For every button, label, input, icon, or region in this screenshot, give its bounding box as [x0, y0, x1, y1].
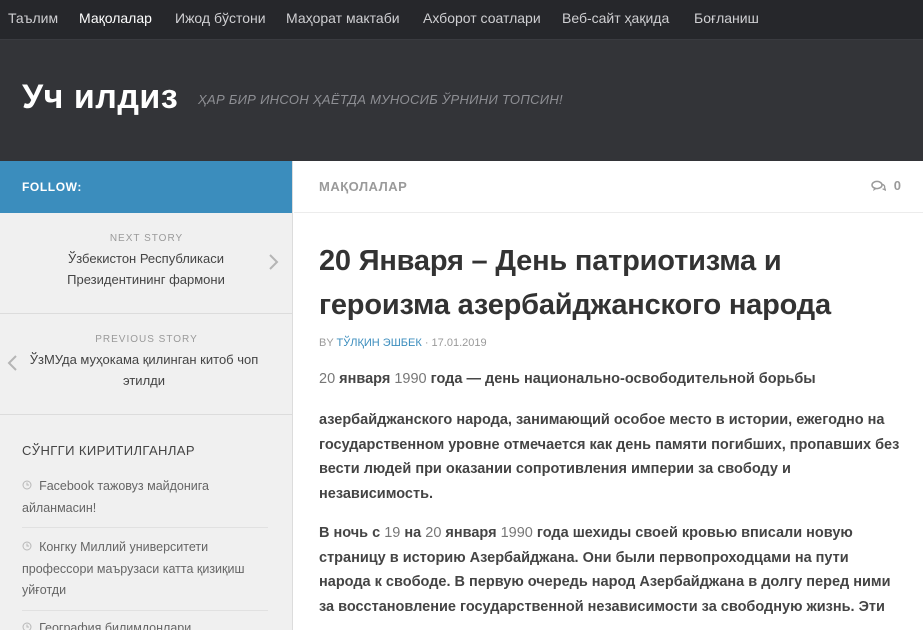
next-story-kicker: NEXT STORY	[109, 233, 184, 244]
follow-bar: FOLLOW:	[0, 161, 292, 213]
category-label[interactable]: МАҚОЛАЛАР	[319, 179, 407, 194]
clock-icon	[22, 480, 35, 493]
recent-item-title[interactable]: География билимдонлари	[39, 621, 191, 630]
follow-label: FOLLOW:	[22, 180, 82, 194]
recent-posts-title: СЎНГГИ КИРИТИЛГАНЛАР	[22, 443, 195, 458]
previous-story-kicker: PREVIOUS STORY	[95, 334, 198, 345]
nav-item-mahorat-maktabi[interactable]: Маҳорат мактаби	[286, 0, 400, 38]
comments-icon	[871, 178, 894, 193]
paragraph-number: 19	[384, 525, 401, 541]
comment-count: 0	[893, 178, 901, 193]
byline-separator: ·	[424, 337, 429, 349]
paragraph-number: 1990	[394, 371, 427, 387]
paragraph: В ночь с 19 на 20 января 1990 года шехид…	[319, 521, 904, 619]
recent-item-title[interactable]: Facebook тажовуз майдонига айланмасин!	[22, 479, 209, 515]
paragraph-text: В ночь с	[319, 525, 381, 541]
paragraph: азербайджанского народа, занимающий особ…	[319, 408, 904, 506]
paragraph-text: года	[430, 371, 463, 387]
nav-item-talim[interactable]: Таълим	[8, 0, 58, 38]
next-story-title[interactable]: Ўзбекистон Республикаси Президентининг ф…	[31, 248, 261, 290]
paragraph-text: на	[404, 525, 422, 541]
chevron-left-icon	[6, 352, 18, 378]
site-title[interactable]: Уч илдиз	[22, 78, 178, 117]
recent-item[interactable]: География билимдонлари	[22, 618, 268, 630]
category-bar: МАҚОЛАЛАР 0	[294, 161, 923, 213]
nav-item-maqolalar[interactable]: Мақолалар	[79, 0, 152, 38]
paragraph: 20 января 1990 года — день национально-о…	[319, 367, 904, 392]
sidebar: FOLLOW: NEXT STORY Ўзбекистон Республика…	[0, 161, 293, 630]
chevron-right-icon	[268, 251, 280, 277]
comments-link[interactable]: 0	[871, 178, 901, 193]
post-title: 20 Января – День патриотизма и героизма …	[319, 245, 831, 321]
paragraph-text: азербайджанского народа, занимающий особ…	[319, 412, 900, 502]
divider	[22, 527, 268, 528]
recent-item[interactable]: Facebook тажовуз майдонига айланмасин!	[22, 476, 268, 519]
clock-icon	[22, 622, 35, 630]
divider	[22, 610, 268, 611]
next-story-link[interactable]: NEXT STORY Ўзбекистон Республикаси Прези…	[0, 213, 292, 314]
paragraph-number: 20	[319, 371, 336, 387]
nav-item-axborot-soatlari[interactable]: Ахборот соатлари	[423, 0, 541, 38]
paragraph-text: января	[339, 371, 391, 387]
clock-icon	[22, 541, 35, 554]
top-navigation: Таълим Мақолалар Ижод бўстони Маҳорат ма…	[0, 0, 923, 40]
paragraph-number: 20	[425, 525, 442, 541]
site-tagline: ҲАР БИР ИНСОН ҲАЁТДА МУНОСИБ ЎРНИНИ ТОПС…	[198, 92, 563, 107]
author-link[interactable]: ТЎЛҚИН ЭШБЕК	[337, 337, 422, 349]
nav-item-ijod-bostoni[interactable]: Ижод бўстони	[175, 0, 266, 38]
nav-item-veb-sayt-haqida[interactable]: Веб-сайт ҳақида	[562, 0, 669, 38]
previous-story-title[interactable]: ЎзМУда муҳокама қилинган китоб чоп этилд…	[29, 349, 259, 391]
previous-story-link[interactable]: PREVIOUS STORY ЎзМУда муҳокама қилинган …	[0, 314, 292, 415]
post-date: 17.01.2019	[431, 337, 487, 349]
site-header: Уч илдиз ҲАР БИР ИНСОН ҲАЁТДА МУНОСИБ ЎР…	[0, 40, 923, 161]
main-content: МАҚОЛАЛАР 0 20 Января – День патриотизма…	[294, 161, 923, 630]
recent-item[interactable]: Конгку Миллий университети профессори ма…	[22, 537, 268, 601]
paragraph-text: — день национально-освободительной борьб…	[466, 371, 816, 387]
post-byline: BY ТЎЛҚИН ЭШБЕК · 17.01.2019	[319, 337, 487, 349]
paragraph-text: января	[445, 525, 497, 541]
recent-item-title[interactable]: Конгку Миллий университети профессори ма…	[22, 540, 245, 597]
paragraph-number: 1990	[500, 525, 533, 541]
byline-prefix: BY	[319, 337, 334, 349]
nav-item-boglanish[interactable]: Боғланиш	[694, 0, 759, 38]
